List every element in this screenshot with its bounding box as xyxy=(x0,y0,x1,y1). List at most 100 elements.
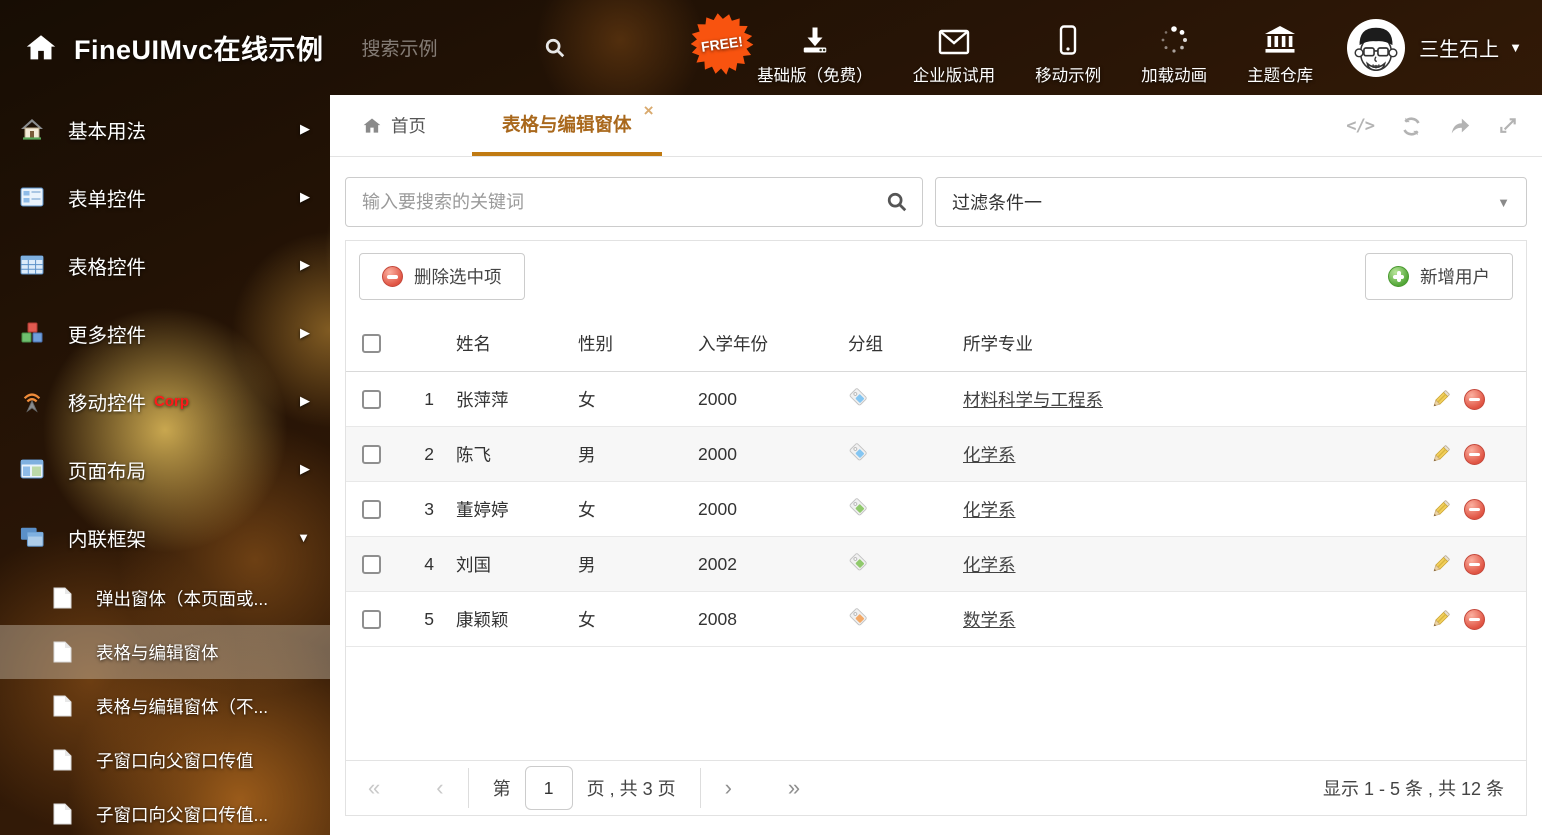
tag-icon xyxy=(848,386,869,412)
col-header-major: 所学专业 xyxy=(947,331,1416,356)
row-index: 1 xyxy=(398,389,440,410)
col-header-year: 入学年份 xyxy=(682,331,832,356)
filter-dropdown[interactable]: 过滤条件一 ▼ xyxy=(935,177,1527,227)
submenu-label: 表格与编辑窗体（不... xyxy=(96,694,268,719)
page-number-input[interactable] xyxy=(525,766,573,810)
major-link[interactable]: 材料科学与工程系 xyxy=(963,390,1103,410)
edit-icon[interactable] xyxy=(1429,443,1452,466)
table-row: 5 康颖颖 女 2008 数学系 xyxy=(346,592,1526,647)
row-checkbox[interactable] xyxy=(362,390,381,409)
header-nav-item[interactable]: 企业版试用 xyxy=(913,23,996,86)
share-arrow-icon[interactable] xyxy=(1449,115,1471,137)
menu-arrow-icon: ▶ xyxy=(300,189,310,205)
sidebar-submenu-item[interactable]: 表格与编辑窗体 xyxy=(0,625,330,679)
signal-icon xyxy=(20,389,44,413)
row-checkbox[interactable] xyxy=(362,445,381,464)
delete-icon[interactable] xyxy=(1464,389,1485,410)
delete-selected-button[interactable]: 删除选中项 xyxy=(359,253,525,300)
sidebar-submenu-item[interactable]: 子窗口向父窗口传值 xyxy=(0,733,330,787)
table-icon xyxy=(20,253,44,277)
major-link[interactable]: 化学系 xyxy=(963,500,1016,520)
cubes-icon xyxy=(20,321,44,345)
delete-icon[interactable] xyxy=(1464,609,1485,630)
nav-label: 基础版（免费） xyxy=(757,62,873,86)
home-icon[interactable] xyxy=(24,31,58,65)
row-checkbox[interactable] xyxy=(362,500,381,519)
delete-icon[interactable] xyxy=(1464,444,1485,465)
header-search-placeholder: 搜索示例 xyxy=(362,34,544,61)
tab-close-icon[interactable]: × xyxy=(644,102,654,119)
sidebar-submenu-item[interactable]: 弹出窗体（本页面或... xyxy=(0,571,330,625)
expand-icon[interactable] xyxy=(1498,116,1518,136)
header-nav-item[interactable]: FREE! 基础版（免费） xyxy=(757,23,873,86)
search-icon[interactable] xyxy=(886,191,908,213)
search-icon[interactable] xyxy=(544,37,566,59)
bank-icon xyxy=(1264,23,1296,55)
sidebar-submenu-item[interactable]: 子窗口向父窗口传值... xyxy=(0,787,330,835)
download-icon xyxy=(800,23,830,55)
form-icon xyxy=(20,185,44,209)
col-header-name: 姓名 xyxy=(440,331,562,356)
header-nav-item[interactable]: 加载动画 xyxy=(1141,23,1207,86)
row-name: 陈飞 xyxy=(440,442,562,467)
page-icon xyxy=(50,586,74,610)
sidebar-menu-item[interactable]: 移动控件 Corp ▶ xyxy=(0,367,330,435)
sidebar-menu-item[interactable]: 内联框架 ▼ xyxy=(0,503,330,571)
add-button-label: 新增用户 xyxy=(1420,264,1490,289)
plus-circle-icon xyxy=(1388,266,1409,287)
tab-home[interactable]: 首页 xyxy=(362,95,426,156)
user-menu[interactable]: 三生石上 ▼ xyxy=(1347,19,1522,77)
tab-active[interactable]: 表格与编辑窗体 × xyxy=(472,95,662,156)
row-gender: 女 xyxy=(562,497,682,522)
row-year: 2002 xyxy=(682,554,832,575)
prev-page-button[interactable]: ‹ xyxy=(436,777,443,799)
page-suffix-label: 页 , 共 3 页 xyxy=(587,775,676,801)
edit-icon[interactable] xyxy=(1429,553,1452,576)
header-nav-item[interactable]: 移动示例 xyxy=(1035,23,1101,86)
submenu-label: 表格与编辑窗体 xyxy=(96,640,219,665)
row-year: 2000 xyxy=(682,444,832,465)
keyword-input[interactable] xyxy=(362,192,886,213)
edit-icon[interactable] xyxy=(1429,498,1452,521)
sidebar-menu-item[interactable]: 更多控件 ▶ xyxy=(0,299,330,367)
major-link[interactable]: 化学系 xyxy=(963,445,1016,465)
edit-icon[interactable] xyxy=(1429,388,1452,411)
add-user-button[interactable]: 新增用户 xyxy=(1365,253,1513,300)
header-nav-item[interactable]: 主题仓库 xyxy=(1247,23,1313,86)
header-search[interactable]: 搜索示例 xyxy=(362,34,572,61)
next-page-button[interactable]: › xyxy=(725,777,732,799)
avatar[interactable] xyxy=(1347,19,1405,77)
top-header: FineUIMvc在线示例 搜索示例 FREE! 基础版（免费） 企业版试用 移… xyxy=(0,0,1542,95)
source-code-icon[interactable]: </> xyxy=(1346,116,1374,136)
row-checkbox[interactable] xyxy=(362,555,381,574)
col-header-gender: 性别 xyxy=(562,331,682,356)
col-header-group: 分组 xyxy=(832,331,947,356)
delete-icon[interactable] xyxy=(1464,499,1485,520)
edit-icon[interactable] xyxy=(1429,608,1452,631)
tag-icon xyxy=(848,606,869,632)
major-link[interactable]: 数学系 xyxy=(963,610,1016,630)
sidebar-menu-item[interactable]: 表格控件 ▶ xyxy=(0,231,330,299)
major-link[interactable]: 化学系 xyxy=(963,555,1016,575)
submenu-label: 子窗口向父窗口传值... xyxy=(96,802,268,827)
sidebar-submenu-item[interactable]: 表格与编辑窗体（不... xyxy=(0,679,330,733)
select-all-checkbox[interactable] xyxy=(362,334,381,353)
sidebar-menu-item[interactable]: 页面布局 ▶ xyxy=(0,435,330,503)
row-name: 康颖颖 xyxy=(440,607,562,632)
last-page-button[interactable]: » xyxy=(788,777,800,799)
corp-badge: Corp xyxy=(154,393,189,410)
page-prefix-label: 第 xyxy=(493,775,511,801)
tab-active-label: 表格与编辑窗体 xyxy=(502,111,632,137)
refresh-icon[interactable] xyxy=(1401,116,1422,137)
pagination-bar: « ‹ 第 页 , 共 3 页 › » 显示 1 - 5 条 , 共 12 条 xyxy=(346,760,1526,815)
row-gender: 女 xyxy=(562,387,682,412)
row-name: 刘国 xyxy=(440,552,562,577)
row-checkbox[interactable] xyxy=(362,610,381,629)
window-tools: </> xyxy=(1346,95,1518,157)
sidebar-menu-item[interactable]: 基本用法 ▶ xyxy=(0,95,330,163)
delete-icon[interactable] xyxy=(1464,554,1485,575)
sidebar-menu-item[interactable]: 表单控件 ▶ xyxy=(0,163,330,231)
first-page-button[interactable]: « xyxy=(368,777,380,799)
nav-label: 加载动画 xyxy=(1141,62,1207,86)
main-content: 首页 表格与编辑窗体 × </> xyxy=(330,95,1542,835)
